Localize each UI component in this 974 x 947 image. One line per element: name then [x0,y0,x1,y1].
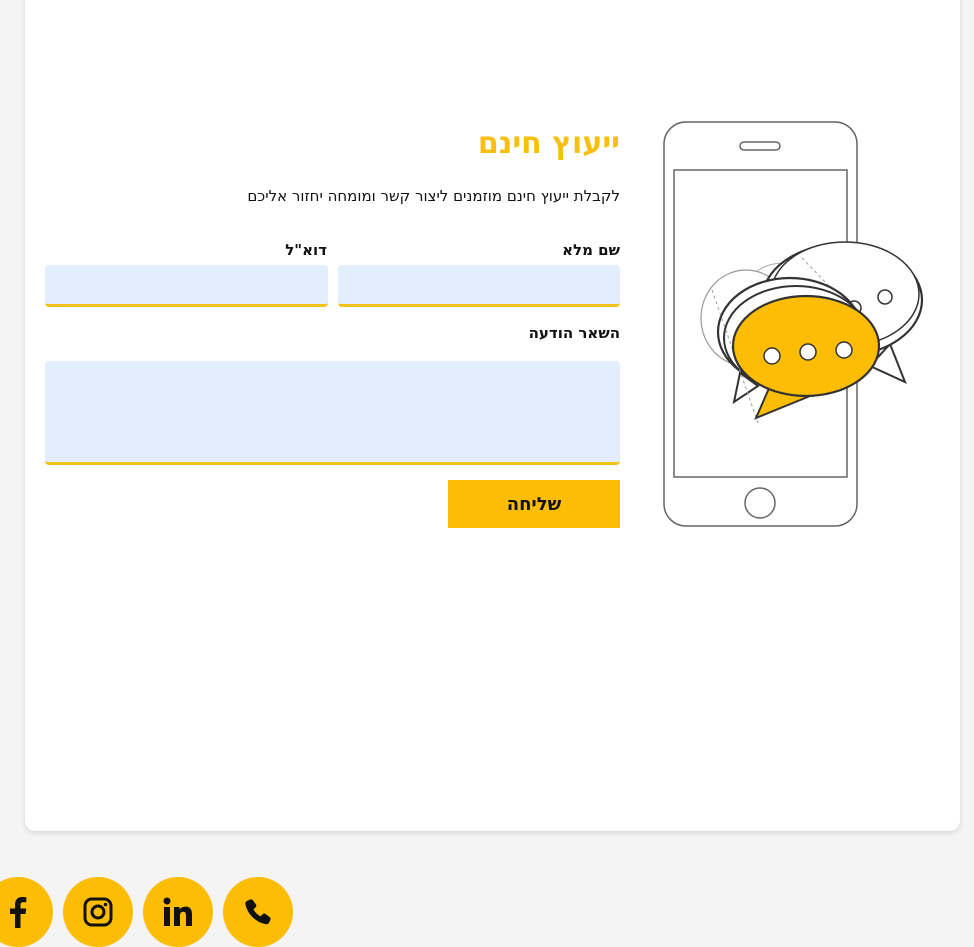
form-title: ייעוץ חינם [477,126,620,161]
phone-link[interactable] [223,877,293,947]
full-name-input[interactable] [338,265,620,307]
facebook-link[interactable] [0,877,53,947]
full-name-label: שם מלא [562,241,620,259]
form-subtitle: לקבלת ייעוץ חינם מוזמנים ליצור קשר ומומח… [247,187,620,205]
email-label: דוא"ל [285,241,327,259]
message-label: השאר הודעה [528,324,620,342]
phone-icon [245,899,271,925]
submit-button[interactable]: שליחה [448,480,620,528]
message-textarea[interactable] [45,361,620,465]
instagram-link[interactable] [63,877,133,947]
phone-chat-illustration [663,121,924,527]
instagram-icon [83,897,113,927]
linkedin-link[interactable] [143,877,213,947]
email-input[interactable] [45,265,328,307]
linkedin-icon [163,897,192,926]
facebook-icon [10,897,27,928]
